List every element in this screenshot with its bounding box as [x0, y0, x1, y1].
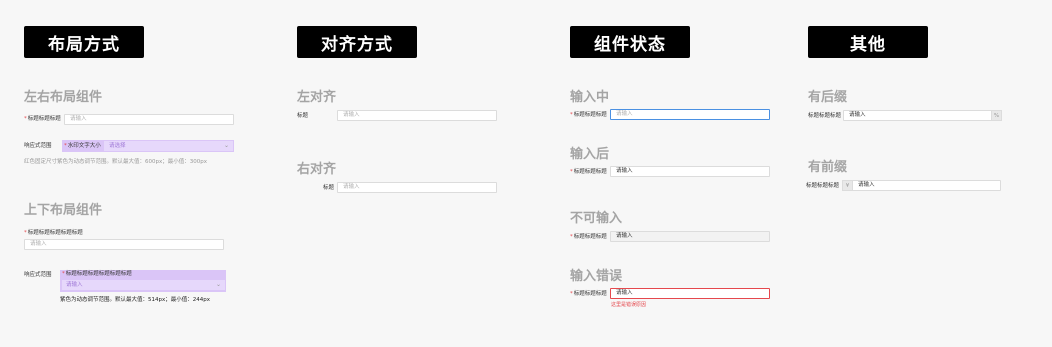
resp2-placeholder: 请输入 [66, 282, 83, 288]
section-header-other: 其他 [808, 26, 928, 58]
left-align-heading: 左对齐 [297, 90, 337, 105]
resp-small-label: *水印文字大小 [64, 142, 101, 150]
section-header-align: 对齐方式 [297, 26, 417, 58]
error-heading: 输入错误 [570, 269, 623, 284]
tb-field-label-text: 标题标题标题标题标题 [27, 230, 83, 236]
resp-select-placeholder: 请选择 [109, 143, 126, 149]
resp-small-label-text: 水印文字大小 [67, 143, 101, 149]
disabled-heading: 不可输入 [570, 211, 623, 226]
chevron-down-icon: ⌄ [223, 142, 229, 149]
required-mark: * [62, 271, 65, 277]
disabled-label: *标题标题标题 [570, 233, 607, 241]
required-mark: * [24, 116, 27, 122]
lr-field-label: *标题标题标题 [24, 115, 61, 123]
right-align-label: 标题 [323, 185, 335, 191]
tb-field-label: *标题标题标题标题标题 [24, 229, 83, 237]
error-message: 这里是错误原因 [611, 302, 647, 308]
error-label-text: 标题标题标题 [573, 291, 607, 297]
section-header-state: 组件状态 [570, 26, 690, 58]
typing-input[interactable]: 请输入 [610, 109, 770, 120]
required-mark: * [570, 234, 573, 240]
prefix-input[interactable]: 请输入 [852, 180, 1001, 191]
required-mark: * [570, 169, 573, 175]
resp2-input[interactable]: 请输入 ⌄ [62, 280, 225, 290]
resp2-small-label-text: 标题标题标题标题标题标题 [65, 271, 132, 277]
resp-label: 响应式范围 [24, 143, 52, 149]
required-mark: * [570, 112, 573, 118]
resp2-label: 响应式范围 [24, 272, 52, 278]
resp-select[interactable]: 请选择 ⌄ [104, 141, 233, 151]
prefix-heading: 有前缀 [808, 160, 848, 175]
lr-input[interactable]: 请输入 [64, 114, 234, 125]
required-mark: * [24, 230, 27, 236]
required-mark: * [64, 143, 67, 149]
after-heading: 输入后 [570, 147, 610, 162]
typing-heading: 输入中 [570, 90, 610, 105]
chevron-down-icon: ⌄ [215, 281, 221, 288]
suffix-heading: 有后缀 [808, 90, 848, 105]
after-label: *标题标题标题 [570, 168, 607, 176]
tb-input[interactable]: 请输入 [24, 239, 224, 250]
suffix-label: 标题标题标题 [808, 113, 842, 119]
resp-hint: 红色固定尺寸紫色为动态调节范围。默认最大值：600px；最小值：300px [24, 159, 207, 165]
error-input[interactable]: 请输入 [610, 288, 770, 299]
resp2-small-label: *标题标题标题标题标题标题 [62, 270, 132, 278]
required-mark: * [570, 291, 573, 297]
after-label-text: 标题标题标题 [573, 169, 607, 175]
section-header-layout: 布局方式 [24, 26, 144, 58]
lr-layout-heading: 左右布局组件 [24, 90, 103, 105]
error-label: *标题标题标题 [570, 290, 607, 298]
after-input[interactable]: 请输入 [610, 166, 770, 177]
typing-label-text: 标题标题标题 [573, 112, 607, 118]
percent-suffix-icon: % [991, 110, 1002, 121]
disabled-label-text: 标题标题标题 [573, 234, 607, 240]
right-align-heading: 右对齐 [297, 162, 337, 177]
lr-field-label-text: 标题标题标题 [27, 116, 61, 122]
left-align-input[interactable]: 请输入 [337, 110, 497, 121]
left-align-label: 标题 [297, 113, 309, 119]
prefix-label: 标题标题标题 [806, 183, 840, 189]
resp2-hint: 紫色为动态调节范围。默认最大值：514px；最小值：244px [60, 297, 210, 303]
right-align-input[interactable]: 请输入 [337, 182, 497, 193]
tb-layout-heading: 上下布局组件 [24, 203, 103, 218]
suffix-input[interactable]: 请输入 [843, 110, 992, 121]
disabled-input: 请输入 [610, 231, 770, 242]
typing-label: *标题标题标题 [570, 111, 607, 119]
